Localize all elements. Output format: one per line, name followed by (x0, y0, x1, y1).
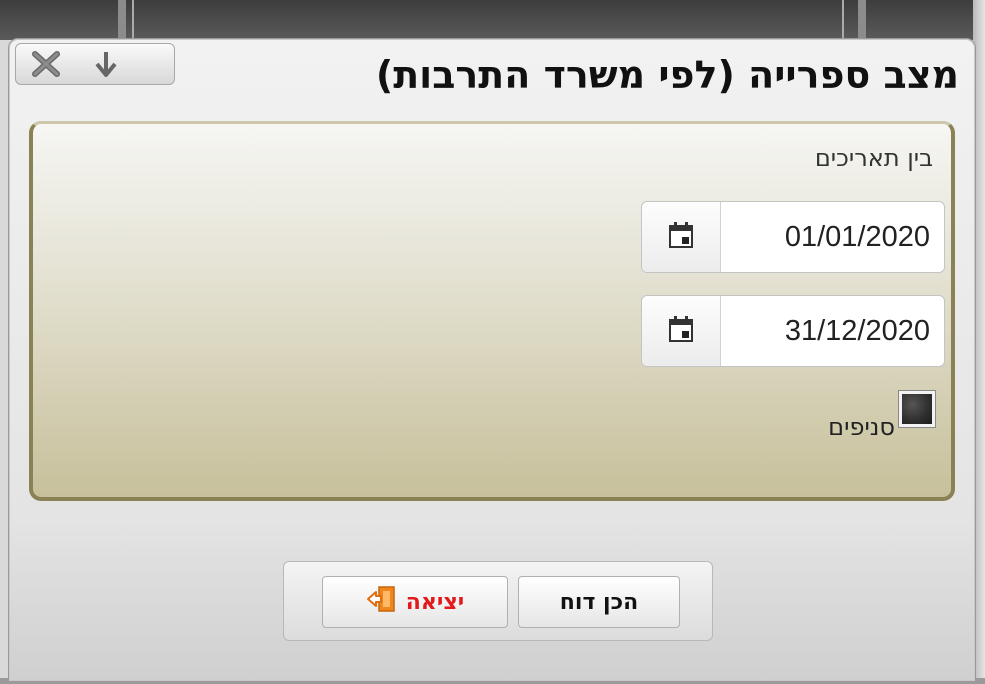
background-divider (118, 0, 126, 40)
calendar-icon (668, 315, 694, 347)
to-date-value: 31/12/2020 (784, 315, 930, 347)
prepare-report-button[interactable]: הכן דוח (518, 576, 680, 628)
close-button[interactable] (16, 44, 76, 84)
background-divider (858, 0, 866, 40)
dialog-titlebar[interactable]: מצב ספרייה (לפי משרד התרבות) (9, 39, 975, 109)
close-icon (31, 51, 61, 77)
exit-button[interactable]: יציאה (322, 576, 508, 628)
dialog-title: מצב ספרייה (לפי משרד התרבות) (375, 53, 959, 97)
calendar-icon (668, 221, 694, 253)
from-date-value: 01/01/2020 (784, 221, 930, 253)
dialog-button-bar: יציאה הכן דוח (283, 561, 713, 641)
branches-checkbox[interactable] (898, 390, 936, 428)
branches-label: סניפים (828, 413, 895, 441)
date-range-label: בין תאריכים (814, 144, 933, 172)
background-divider (842, 0, 844, 40)
prepare-report-label: הכן דוח (559, 589, 639, 615)
arrow-down-icon (94, 50, 118, 78)
background-app-strip (0, 0, 985, 40)
exit-door-icon (366, 585, 396, 619)
library-status-dialog: מצב ספרייה (לפי משרד התרבות) בין תאריכים… (8, 38, 976, 682)
to-date-field[interactable]: 31/12/2020 (641, 295, 945, 367)
pin-down-button[interactable] (76, 44, 136, 84)
from-date-calendar-button[interactable] (642, 202, 721, 272)
to-date-calendar-button[interactable] (642, 296, 721, 366)
exit-button-label: יציאה (405, 589, 465, 615)
from-date-field[interactable]: 01/01/2020 (641, 201, 945, 273)
branches-option: סניפים (828, 390, 936, 441)
background-divider (132, 0, 134, 40)
parameters-panel: בין תאריכים 01/01/2020 31/12/2020 סניפים (29, 121, 955, 501)
window-controls (15, 43, 175, 85)
